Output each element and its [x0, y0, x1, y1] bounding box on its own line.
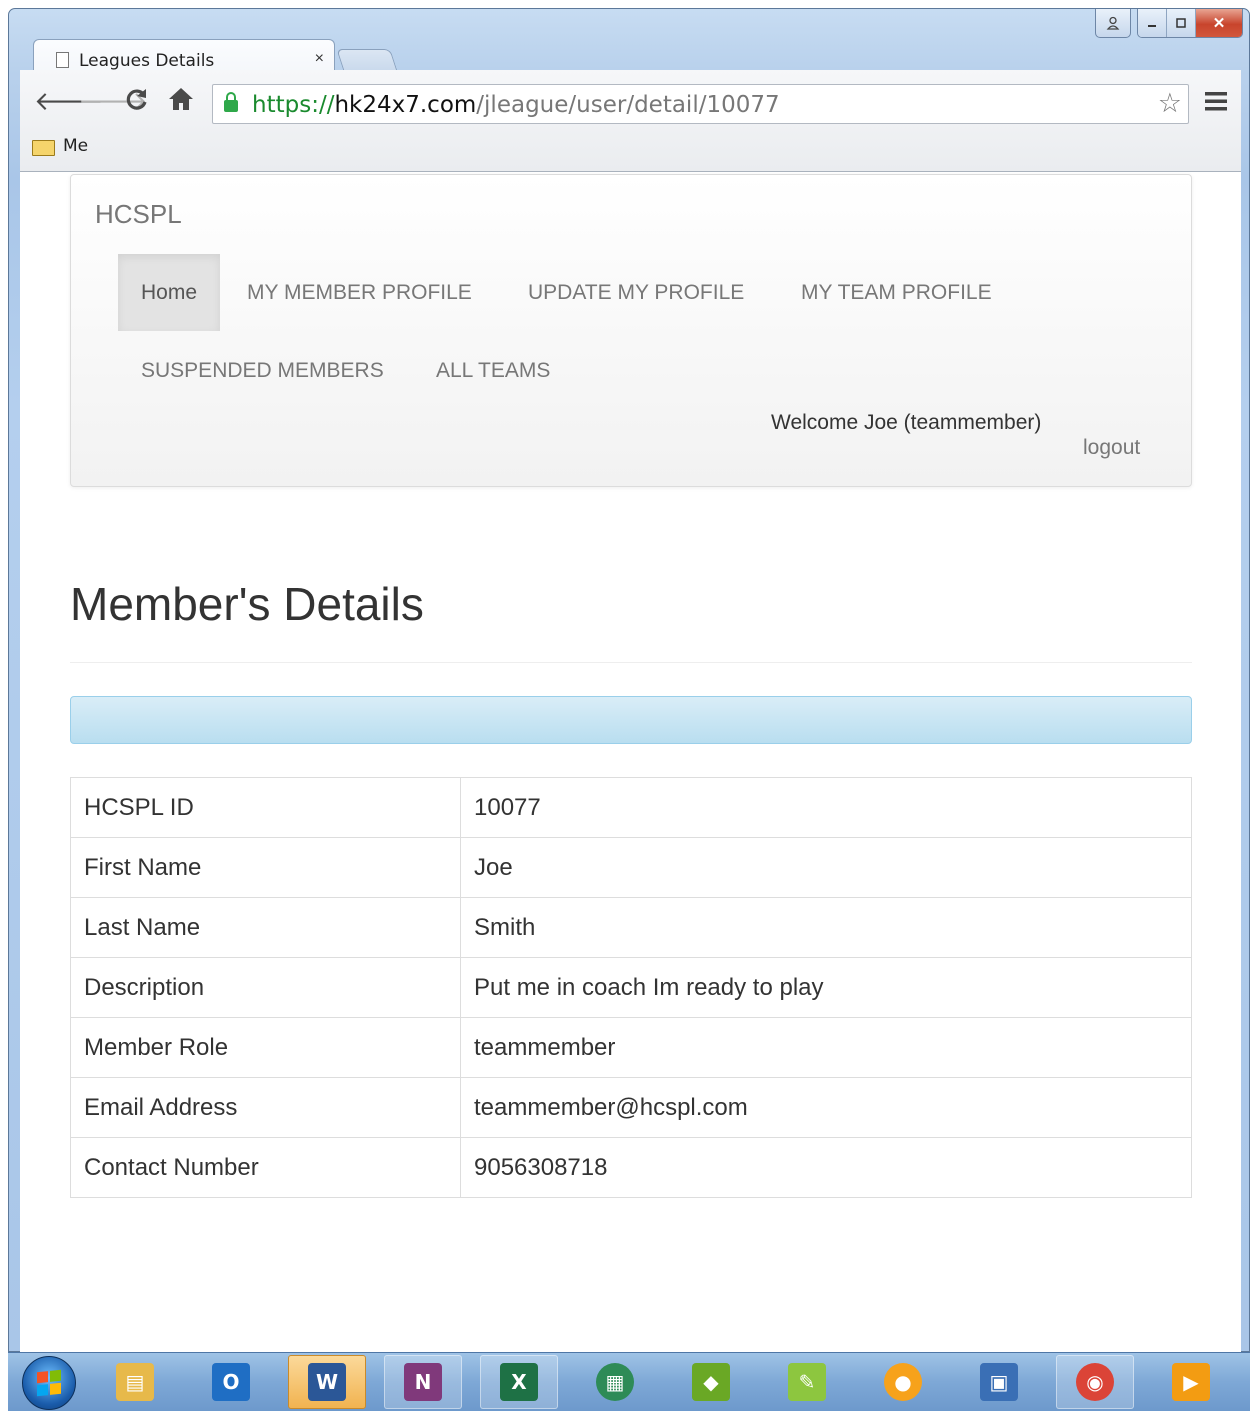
url-scheme: https:// — [252, 92, 335, 118]
detail-value: Joe — [460, 837, 1192, 898]
calculator-app-icon: ▦ — [596, 1363, 634, 1401]
table-row: First Name Joe — [70, 837, 1192, 898]
taskbar-button[interactable]: ▤ — [96, 1355, 174, 1409]
hamburger-menu-icon[interactable] — [1205, 87, 1227, 118]
tab-title: Leagues Details — [79, 51, 215, 71]
reload-icon[interactable] — [124, 86, 150, 119]
nav-my-member-profile[interactable]: MY MEMBER PROFILE — [224, 254, 495, 331]
table-row: Contact Number 9056308718 — [70, 1137, 1192, 1198]
browser-toolbar: 🡐 🡒 https://hk24x7.com/jleague/user/deta… — [20, 70, 1241, 172]
detail-label: Member Role — [70, 1017, 461, 1078]
url-path: /jleague/user/detail/10077 — [476, 92, 780, 118]
taskbar-button[interactable]: ▦ — [576, 1355, 654, 1409]
member-details-table: HCSPL ID 10077 First Name Joe Last Name … — [70, 777, 1192, 1198]
close-window-button[interactable]: ✕ — [1196, 9, 1242, 37]
detail-label: Email Address — [70, 1077, 461, 1138]
taskbar-button[interactable]: W — [288, 1355, 366, 1409]
url-text[interactable]: https://hk24x7.com/jleague/user/detail/1… — [252, 92, 780, 118]
detail-label: Last Name — [70, 897, 461, 958]
taskbar-button[interactable]: ▣ — [960, 1355, 1038, 1409]
nav-my-team-profile[interactable]: MY TEAM PROFILE — [778, 254, 1015, 331]
detail-value: teammember@hcspl.com — [460, 1077, 1192, 1138]
word-icon: W — [308, 1363, 346, 1401]
info-alert-bar — [70, 696, 1192, 744]
taskbar-button[interactable]: O — [192, 1355, 270, 1409]
outlook-icon: O — [212, 1363, 250, 1401]
table-row: HCSPL ID 10077 — [70, 777, 1192, 838]
detail-value: 9056308718 — [460, 1137, 1192, 1198]
start-button[interactable] — [22, 1356, 76, 1410]
brand-logo[interactable]: HCSPL — [95, 199, 182, 230]
table-row: Email Address teammember@hcspl.com — [70, 1077, 1192, 1138]
table-row: Description Put me in coach Im ready to … — [70, 957, 1192, 1018]
remote-desktop-icon: ▣ — [980, 1363, 1018, 1401]
taskbar-button[interactable]: ◉ — [1056, 1355, 1134, 1409]
windows-taskbar: ▤ O W N X ▦ ◆ ✎ ● ▣ ◉ ▶ — [8, 1352, 1250, 1411]
tab-close-icon[interactable]: × — [315, 50, 324, 68]
detail-value: Smith — [460, 897, 1192, 958]
media-player-icon: ▶ — [1172, 1363, 1210, 1401]
detail-value: 10077 — [460, 777, 1192, 838]
windows-logo-icon — [37, 1369, 61, 1397]
table-row: Last Name Smith — [70, 897, 1192, 958]
chrome-icon: ◉ — [1076, 1363, 1114, 1401]
taskbar-button[interactable]: ● — [864, 1355, 942, 1409]
user-profile-icon[interactable] — [1095, 9, 1131, 38]
nav-all-teams[interactable]: ALL TEAMS — [413, 332, 573, 409]
table-row: Member Role teammember — [70, 1017, 1192, 1078]
title-divider — [70, 662, 1192, 663]
windows-explorer-icon: ▤ — [116, 1363, 154, 1401]
nav-update-my-profile[interactable]: UPDATE MY PROFILE — [505, 254, 767, 331]
orange-app-icon: ● — [884, 1363, 922, 1401]
window-controls: ✕ — [1095, 9, 1243, 38]
logout-link[interactable]: logout — [1083, 436, 1140, 460]
star-icon[interactable]: ☆ — [1158, 88, 1182, 119]
taskbar-button[interactable]: N — [384, 1355, 462, 1409]
nav-suspended-members[interactable]: SUSPENDED MEMBERS — [118, 332, 407, 409]
notepad-plus-icon: ✎ — [788, 1363, 826, 1401]
site-navbar: HCSPL Home MY MEMBER PROFILE UPDATE MY P… — [70, 174, 1192, 487]
detail-value: teammember — [460, 1017, 1192, 1078]
welcome-text: Welcome Joe (teammember) — [771, 411, 1042, 434]
lock-icon — [224, 92, 238, 112]
taskbar-button[interactable]: ◆ — [672, 1355, 750, 1409]
url-host: hk24x7.com — [334, 92, 477, 118]
page-document-icon — [56, 52, 69, 68]
bookmark-folder-me[interactable]: Me — [63, 136, 88, 156]
detail-label: Contact Number — [70, 1137, 461, 1198]
nav-home[interactable]: Home — [118, 254, 221, 331]
page-title: Member's Details — [70, 578, 424, 630]
window-buttons: ✕ — [1137, 9, 1243, 38]
taskbar-button[interactable]: X — [480, 1355, 558, 1409]
folder-icon[interactable] — [32, 140, 55, 156]
chameleon-app-icon: ◆ — [692, 1363, 730, 1401]
excel-icon: X — [500, 1363, 538, 1401]
detail-value: Put me in coach Im ready to play — [460, 957, 1192, 1018]
detail-label: Description — [70, 957, 461, 1018]
detail-label: HCSPL ID — [70, 777, 461, 838]
onenote-icon: N — [404, 1363, 442, 1401]
maximize-button[interactable] — [1167, 9, 1196, 37]
address-bar[interactable]: https://hk24x7.com/jleague/user/detail/1… — [212, 84, 1189, 124]
home-icon[interactable] — [168, 86, 194, 119]
taskbar-button[interactable]: ▶ — [1152, 1355, 1230, 1409]
minimize-button[interactable] — [1138, 9, 1167, 37]
taskbar-button[interactable]: ✎ — [768, 1355, 846, 1409]
detail-label: First Name — [70, 837, 461, 898]
page-content: HCSPL Home MY MEMBER PROFILE UPDATE MY P… — [20, 172, 1241, 1352]
